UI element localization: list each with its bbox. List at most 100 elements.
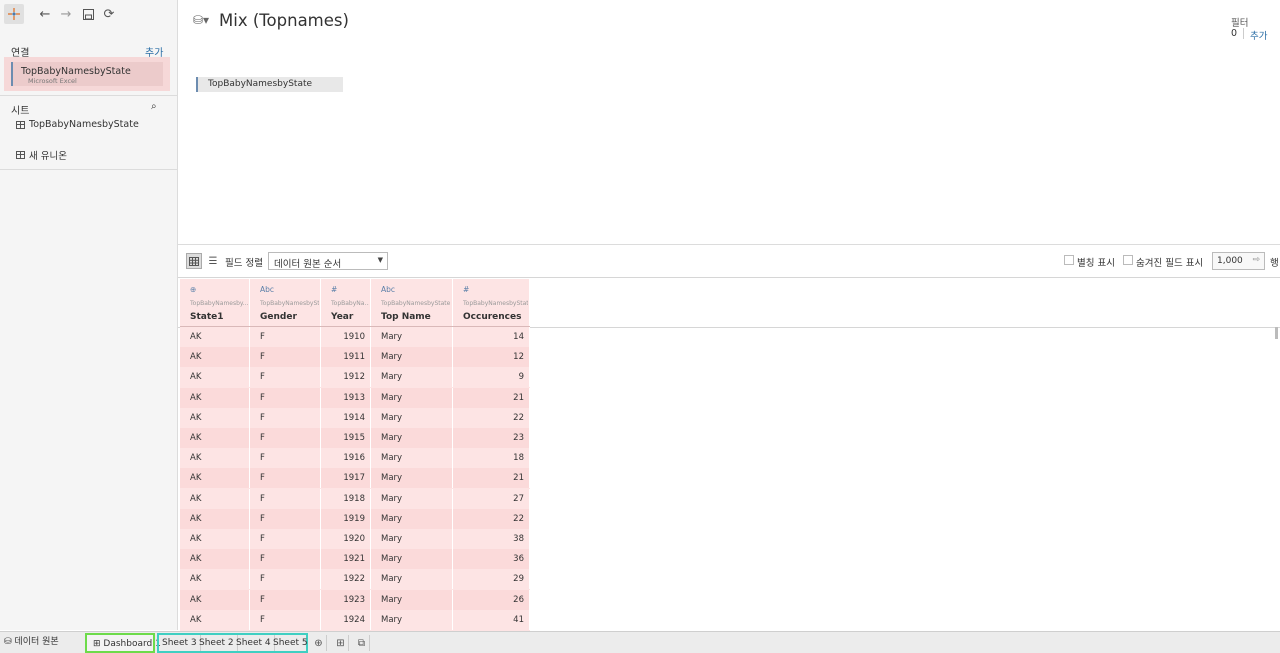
back-icon[interactable]: ← [35,5,55,23]
tab-dashboard-1[interactable]: ⊞ Dashboard 1 [85,633,161,653]
add-filter-link[interactable]: 추가 [1250,28,1267,42]
table-cell: Mary [371,407,453,428]
table-cell: AK [180,549,250,570]
table-cell: AK [180,609,250,630]
left-panel: ← → ⟳ 연결 추가 TopBabyNamesbyState Microsof… [0,0,178,630]
show-aliases-checkbox[interactable] [1064,255,1074,265]
tab-sheet-4[interactable]: Sheet 4 [233,635,275,651]
list-view-icon[interactable]: ☰ [205,253,221,269]
number-icon[interactable]: # [331,285,337,294]
column-name[interactable]: Year [331,312,353,322]
column-name[interactable]: State1 [190,312,224,322]
column-header[interactable]: Abc TopBabyNamesbySt... Gender [250,279,321,326]
grid-view-icon[interactable] [186,253,202,269]
column-header[interactable]: ⊕ TopBabyNamesby... State1 [180,279,250,326]
table-cell: AK [180,529,250,549]
column-source: TopBabyNamesby... [190,300,248,307]
table-cell: 27 [453,488,530,509]
scrollbar[interactable] [1275,327,1278,339]
table-cell: Mary [371,589,453,610]
tab-sheet-2[interactable]: Sheet 2 [196,635,238,651]
table-row: AK F 1911 Mary 12 [180,347,530,368]
table-cell: 1910 [321,327,371,347]
table-cell: Mary [371,448,453,469]
search-icon[interactable]: ⌕ [151,101,157,112]
tab-data-source[interactable]: ⛁ 데이터 원본 [4,633,59,653]
table-row: AK F 1923 Mary 26 [180,589,530,610]
connection-card: TopBabyNamesbyState Microsoft Excel [11,62,163,86]
rows-input[interactable]: 1,000 ⇨ [1212,252,1265,270]
new-union-item[interactable]: 새 유니온 [16,148,67,162]
table-cell: AK [180,589,250,610]
table-cell: F [250,549,321,570]
table-cell: 1917 [321,468,371,489]
sheets-label: 시트 [11,106,30,117]
string-icon[interactable]: Abc [381,285,395,294]
table-cell: AK [180,367,250,388]
table-cell: Mary [371,508,453,529]
table-row: AK F 1922 Mary 29 [180,569,530,590]
connection-item[interactable]: TopBabyNamesbyState Microsoft Excel [4,57,170,91]
connection-name: TopBabyNamesbyState [21,66,131,77]
table-cell: 1915 [321,428,371,448]
table-cell: F [250,407,321,428]
number-icon[interactable]: # [463,285,469,294]
table-cell: 1919 [321,508,371,529]
table-cell: 12 [453,347,530,368]
table-row: AK F 1915 Mary 23 [180,428,530,448]
table-cell: F [250,327,321,347]
sort-fields-label: 필드 정렬 [225,258,263,269]
table-cell: 1912 [321,367,371,388]
sort-fields-value: 데이터 원본 순서 [274,259,342,270]
new-worksheet-icon[interactable]: ⊕ [311,635,327,651]
table-cell: F [250,347,321,368]
apply-arrow-icon[interactable]: ⇨ [1252,255,1260,265]
tab-label: 데이터 원본 [14,637,59,647]
column-source: TopBabyNamesbySt... [260,300,319,307]
table-row: AK F 1920 Mary 38 [180,529,530,549]
refresh-icon[interactable]: ⟳ [99,5,119,23]
table-cell: F [250,448,321,469]
table-cell: 23 [453,428,530,448]
new-dashboard-icon[interactable]: ⊞ [333,635,349,651]
tableau-logo-icon[interactable] [4,4,24,24]
table-cell: 1916 [321,448,371,469]
column-name[interactable]: Gender [260,312,297,322]
table-row: AK F 1912 Mary 9 [180,367,530,388]
tab-sheet-5[interactable]: Sheet 5 [270,635,311,651]
table-cell: F [250,529,321,549]
column-name[interactable]: Top Name [381,312,431,322]
sort-fields-select[interactable]: 데이터 원본 순서 ▼ [268,252,388,270]
table-cell: Mary [371,387,453,408]
table-cell: 1920 [321,529,371,549]
table-cell: AK [180,448,250,469]
new-story-icon[interactable]: ⧉ [354,635,370,651]
dropdown-arrow-icon: ▼ [377,256,383,264]
column-name[interactable]: Occurences [463,312,521,322]
table-cell: 1914 [321,407,371,428]
table-cell: Mary [371,327,453,347]
sheet-item-topbabynamesbystate[interactable]: TopBabyNamesbyState [16,119,139,130]
globe-icon[interactable]: ⊕ [190,285,196,294]
datasource-cylinder-icon[interactable]: ⛁▾ [193,13,209,27]
string-icon[interactable]: Abc [260,285,274,294]
rows-suffix: 행 [1270,258,1279,269]
filters-label: 필터 [1231,18,1249,29]
save-icon[interactable] [78,5,98,23]
table-cell: AK [180,407,250,428]
sheet-item-label: TopBabyNamesbyState [29,119,139,130]
canvas-table-pill[interactable]: TopBabyNamesbyState [196,77,343,92]
column-header[interactable]: Abc TopBabyNamesbyState Top Name [371,279,453,326]
page-title[interactable]: Mix (Topnames) [219,11,349,30]
forward-icon[interactable]: → [56,5,76,23]
column-header[interactable]: # TopBabyNa... Year [321,279,371,326]
show-hidden-fields-checkbox[interactable] [1123,255,1133,265]
table-cell: Mary [371,347,453,368]
column-header[interactable]: # TopBabyNamesbyState Occurences [453,279,530,326]
sheet-tabs-group: Sheet 3 Sheet 2 Sheet 4 Sheet 5 [157,633,308,653]
table-cell: Mary [371,488,453,509]
table-cell: AK [180,387,250,408]
show-hidden-fields-label: 숨겨진 필드 표시 [1136,258,1204,269]
tab-sheet-3[interactable]: Sheet 3 [159,635,201,651]
table-cell: AK [180,468,250,489]
